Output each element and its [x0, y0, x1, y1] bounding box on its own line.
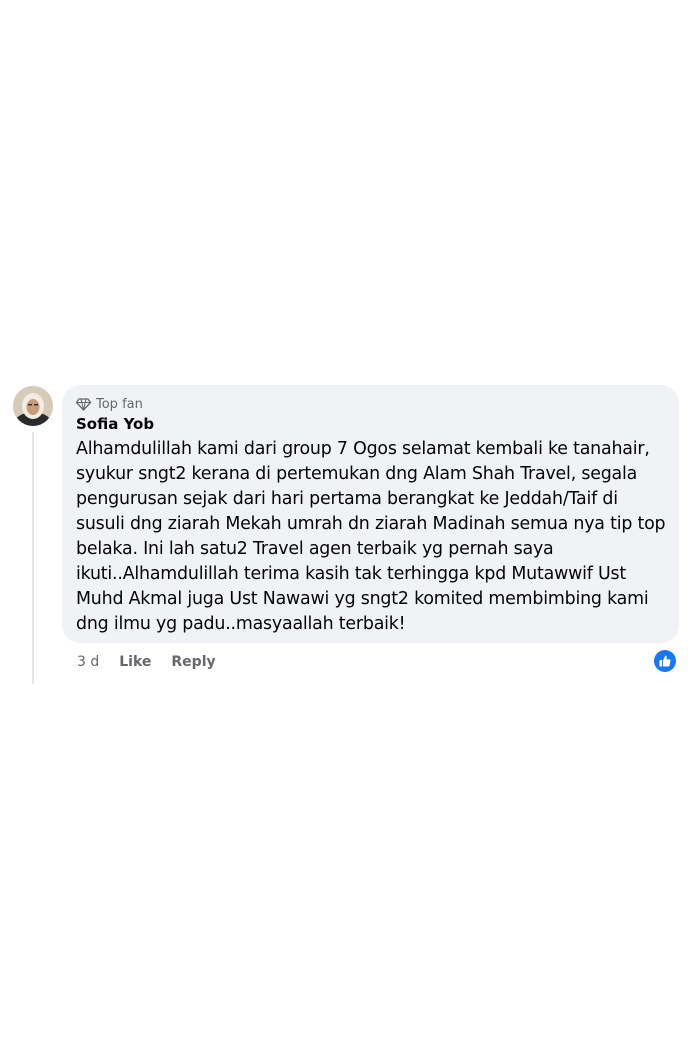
comment-actions: 3 d Like Reply — [77, 651, 236, 673]
comment-line: Alhamdulillah kami dari group 7 Ogos sel… — [76, 439, 650, 459]
comment-text: Alhamdulillah kami dari group 7 Ogos sel… — [76, 437, 667, 637]
comment-line: pengurusan sejak dari hari pertama beran… — [76, 489, 618, 509]
timestamp[interactable]: 3 d — [77, 654, 99, 670]
comment-line: dng ilmu yg padu..masyaallah terbaik! — [76, 614, 406, 634]
avatar[interactable] — [13, 386, 53, 426]
reply-button[interactable]: Reply — [171, 654, 215, 670]
badge-label: Top fan — [96, 396, 143, 412]
comment-line: syukur sngt2 kerana di pertemukan dng Al… — [76, 464, 638, 484]
like-button[interactable]: Like — [119, 654, 151, 670]
comment-bubble: Top fan Sofia Yob Alhamdulillah kami dar… — [62, 385, 679, 643]
thumbs-up-icon[interactable] — [654, 650, 676, 672]
author-name[interactable]: Sofia Yob — [76, 414, 667, 434]
diamond-icon — [75, 397, 92, 411]
comment-line: susuli dng ziarah Mekah umrah dn ziarah … — [76, 514, 666, 534]
top-fan-badge[interactable]: Top fan — [75, 395, 667, 413]
thread-line — [32, 432, 34, 684]
comment-line: ikuti..Alhamdulillah terima kasih tak te… — [76, 564, 627, 584]
comment-line: Muhd Akmal juga Ust Nawawi yg sngt2 komi… — [76, 589, 649, 609]
comment-line: belaka. Ini lah satu2 Travel agen terbai… — [76, 539, 554, 559]
